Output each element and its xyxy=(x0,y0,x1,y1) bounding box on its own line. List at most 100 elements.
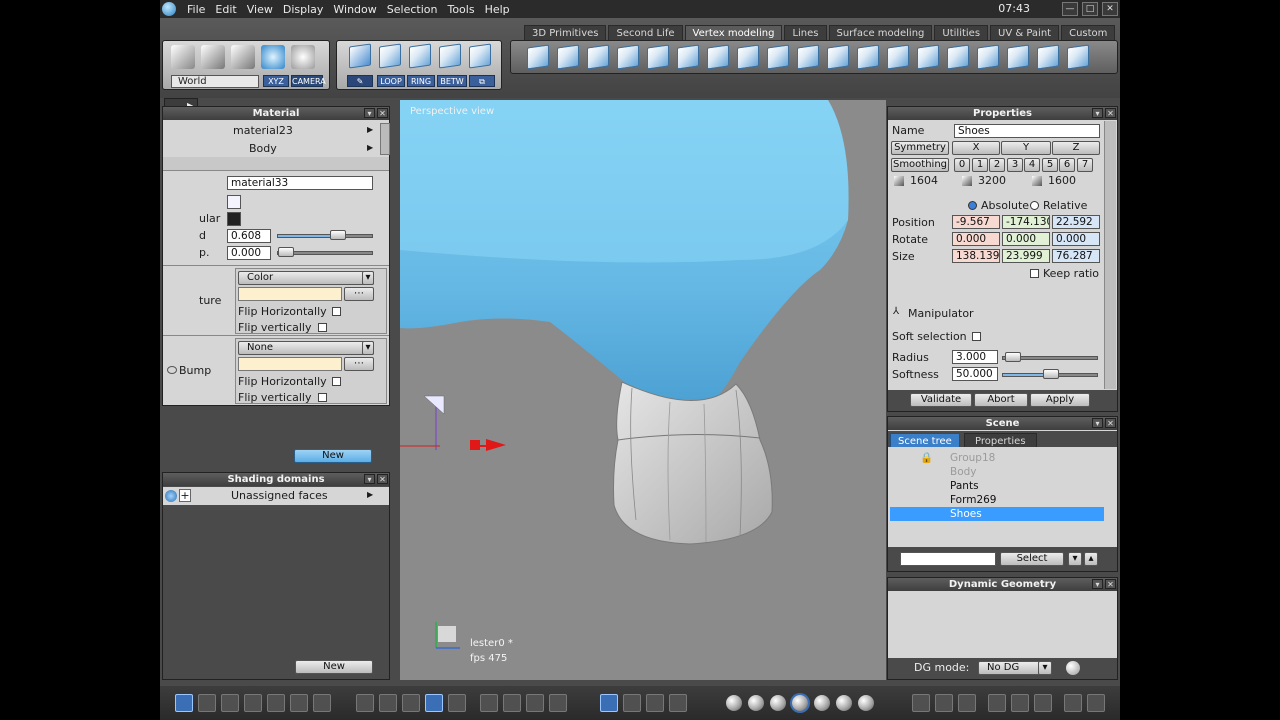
inset-tool-icon[interactable] xyxy=(617,44,639,70)
loop-button[interactable]: LOOP xyxy=(377,75,405,87)
collapse-tool-icon[interactable] xyxy=(947,44,969,70)
extrude-tool-icon[interactable] xyxy=(527,44,549,70)
tree-item-group18[interactable]: Group18 🔒 xyxy=(890,451,1104,465)
panel-close-icon[interactable]: ✕ xyxy=(377,108,388,118)
tab-surface-modeling[interactable]: Surface modeling xyxy=(828,25,933,40)
smoothing-button[interactable]: Smoothing xyxy=(891,158,949,172)
tab-scene-tree[interactable]: Scene tree xyxy=(890,433,960,447)
render-region-icon[interactable] xyxy=(402,694,420,712)
smoothing-7[interactable]: 7 xyxy=(1077,158,1093,172)
properties-collapse-icon[interactable]: ▾ xyxy=(1092,108,1103,118)
rotate-y[interactable]: 0.000 xyxy=(1002,232,1050,246)
bump-type-select[interactable]: None xyxy=(238,341,374,355)
move-view-icon[interactable] xyxy=(623,694,641,712)
close-button[interactable]: ✕ xyxy=(1102,2,1118,16)
add-vertex-icon[interactable] xyxy=(1037,44,1059,70)
properties-scrollbar[interactable] xyxy=(1104,121,1116,389)
bump-file-field[interactable] xyxy=(238,357,342,371)
weld-tool-icon[interactable] xyxy=(707,44,729,70)
minimize-button[interactable]: — xyxy=(1062,2,1078,16)
scroll-down-icon[interactable]: ▾ xyxy=(1068,552,1082,566)
absolute-radio[interactable] xyxy=(968,201,977,210)
bump-flip-v-checkbox[interactable] xyxy=(318,393,327,402)
menu-help[interactable]: Help xyxy=(480,3,515,16)
layout-h-icon[interactable] xyxy=(267,694,285,712)
rotate-x[interactable]: 0.000 xyxy=(952,232,1000,246)
properties-close-icon[interactable]: ✕ xyxy=(1105,108,1116,118)
material-object-label[interactable]: Body xyxy=(249,142,277,155)
grid-toggle-icon[interactable] xyxy=(448,694,466,712)
view-eye-icon[interactable] xyxy=(549,694,567,712)
value1-slider[interactable] xyxy=(277,230,373,240)
symmetry-y[interactable]: Y xyxy=(1001,141,1051,155)
tab-lines[interactable]: Lines xyxy=(784,25,827,40)
remove-vertex-icon[interactable] xyxy=(1067,44,1089,70)
hidden-line-icon[interactable] xyxy=(770,695,786,711)
dg-collapse-icon[interactable]: ▾ xyxy=(1092,579,1103,589)
radius-slider[interactable] xyxy=(1002,352,1098,362)
layout-quad-icon[interactable] xyxy=(198,694,216,712)
scroll-up-icon[interactable]: ▴ xyxy=(1084,552,1098,566)
chamfer-tool-icon[interactable] xyxy=(587,44,609,70)
tab-second-life[interactable]: Second Life xyxy=(608,25,683,40)
snap-tool-icon[interactable] xyxy=(379,694,397,712)
tab-uv-paint[interactable]: UV & Paint xyxy=(990,25,1060,40)
xyz-toggle[interactable]: XYZ xyxy=(263,75,289,87)
layout-split-icon[interactable] xyxy=(221,694,239,712)
softness-field[interactable]: 50.000 xyxy=(952,367,998,381)
split-tool-icon[interactable] xyxy=(737,44,759,70)
render-sphere-icon[interactable] xyxy=(858,695,874,711)
symmetry-button[interactable]: Symmetry xyxy=(891,141,949,155)
position-x[interactable]: -9.567 xyxy=(952,215,1000,229)
specular-color-swatch[interactable] xyxy=(227,212,241,226)
smoothing-1[interactable]: 1 xyxy=(972,158,988,172)
brush-select-icon[interactable]: ✎ xyxy=(347,75,373,87)
detach-tool-icon[interactable] xyxy=(977,44,999,70)
render-settings-icon[interactable] xyxy=(1011,694,1029,712)
camera-icon[interactable] xyxy=(1087,694,1105,712)
scene-close-icon[interactable]: ✕ xyxy=(1105,418,1116,428)
smooth-shade-icon[interactable] xyxy=(792,695,808,711)
scale-tool-icon[interactable] xyxy=(231,45,255,69)
keep-ratio-checkbox[interactable] xyxy=(1030,269,1039,278)
panel-collapse-icon[interactable]: ▾ xyxy=(364,108,375,118)
radius-field[interactable]: 3.000 xyxy=(952,350,998,364)
material-scrollbar[interactable] xyxy=(380,123,390,155)
soft-selection-checkbox[interactable] xyxy=(972,332,981,341)
value2-slider[interactable] xyxy=(277,247,373,257)
fill-hole-tool-icon[interactable] xyxy=(797,44,819,70)
menu-file[interactable]: File xyxy=(182,3,210,16)
select-all-icon[interactable] xyxy=(469,43,491,69)
value2-field[interactable]: 0.000 xyxy=(227,246,271,260)
position-y[interactable]: -174.130 xyxy=(1002,215,1050,229)
texture-type-select[interactable]: Color xyxy=(238,271,374,285)
apply-button[interactable]: Apply xyxy=(1030,393,1090,407)
symmetry-z[interactable]: Z xyxy=(1052,141,1100,155)
universal-manipulator-icon[interactable] xyxy=(261,45,285,69)
walk-view-icon[interactable] xyxy=(646,694,664,712)
perspective-viewport[interactable]: Perspective view lester0 * fps 475 xyxy=(400,100,886,680)
rotate-tool-icon[interactable] xyxy=(201,45,225,69)
dg-dropdown-icon[interactable]: ▾ xyxy=(1038,661,1052,675)
domain-arrow-icon[interactable]: ▶ xyxy=(367,490,373,499)
lock-icon[interactable]: 🔒 xyxy=(920,451,933,465)
material-ball-icon[interactable] xyxy=(912,694,930,712)
texture-file-field[interactable] xyxy=(238,287,342,301)
rotate-z[interactable]: 0.000 xyxy=(1052,232,1100,246)
scene-search-field[interactable] xyxy=(900,552,996,566)
zoom-extents-icon[interactable] xyxy=(480,694,498,712)
bump-eye-icon[interactable] xyxy=(167,366,177,374)
new-domain-button[interactable]: New xyxy=(295,660,373,674)
manipulator-label[interactable]: Manipulator xyxy=(908,307,974,320)
material-name-label[interactable]: material23 xyxy=(233,124,293,137)
grow-select-icon[interactable]: ⧉ xyxy=(469,75,495,87)
smoothing-2[interactable]: 2 xyxy=(989,158,1005,172)
tree-item-form269[interactable]: Form269 xyxy=(890,493,1104,507)
light-ball-icon[interactable] xyxy=(935,694,953,712)
layout-rows-icon[interactable] xyxy=(290,694,308,712)
camera-toggle[interactable]: CAMERA xyxy=(291,75,326,87)
layout-three-icon[interactable] xyxy=(244,694,262,712)
material-name-field[interactable]: material33 xyxy=(227,176,373,190)
bridge-tool-icon[interactable] xyxy=(677,44,699,70)
smooth-tool-icon[interactable] xyxy=(827,44,849,70)
